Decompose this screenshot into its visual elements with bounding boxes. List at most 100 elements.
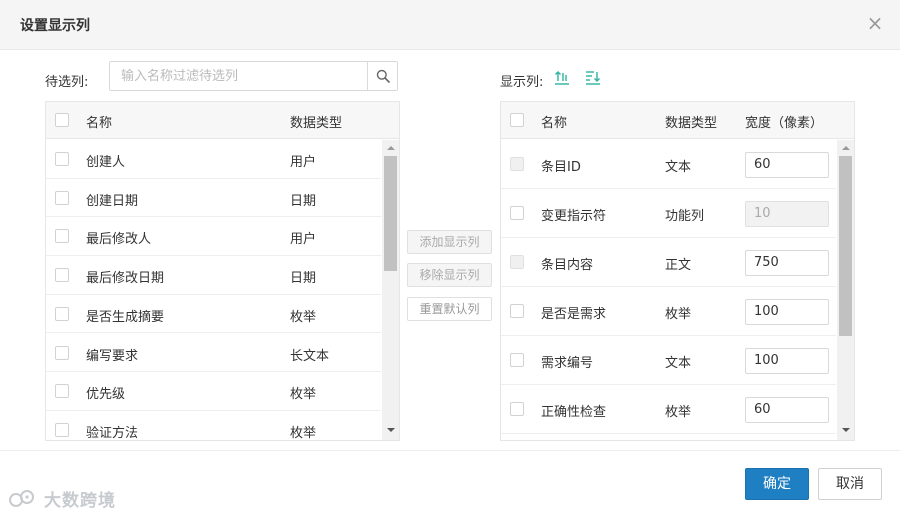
column-name: 是否是需求 xyxy=(541,307,607,322)
search-box xyxy=(109,61,398,91)
row-checkbox xyxy=(510,157,524,171)
row-checkbox[interactable] xyxy=(55,345,69,360)
dialog-title: 设置显示列 xyxy=(20,18,90,34)
scroll-down-icon[interactable] xyxy=(387,428,395,432)
column-name: 最后修改日期 xyxy=(86,271,165,287)
header-type: 数据类型 xyxy=(290,116,343,131)
scroll-thumb[interactable] xyxy=(384,156,397,271)
available-row[interactable]: 是否生成摘要 枚举 xyxy=(46,295,381,334)
column-name: 正确性检查 xyxy=(541,405,607,420)
search-button[interactable] xyxy=(367,62,397,90)
row-checkbox[interactable] xyxy=(55,422,69,437)
display-row[interactable]: 需求编号 文本 100 xyxy=(501,336,836,385)
column-name: 编写要求 xyxy=(86,348,139,364)
available-row[interactable]: 验证方法 枚举 xyxy=(46,411,381,441)
column-type: 枚举 xyxy=(290,309,317,325)
column-type: 枚举 xyxy=(290,387,317,403)
add-column-button[interactable]: 添加显示列 xyxy=(407,230,492,254)
available-table-header: 名称 数据类型 xyxy=(46,102,399,139)
search-icon xyxy=(376,69,390,83)
column-type: 文本 xyxy=(665,356,692,371)
select-all-display-checkbox[interactable] xyxy=(510,113,524,127)
available-row[interactable]: 创建日期 日期 xyxy=(46,179,381,218)
row-checkbox xyxy=(510,255,524,269)
watermark-text: 大数跨境 xyxy=(44,491,116,511)
column-type: 日期 xyxy=(290,193,317,209)
filter-input[interactable] xyxy=(110,62,366,90)
row-checkbox[interactable] xyxy=(55,306,69,321)
scroll-thumb[interactable] xyxy=(839,156,852,336)
column-type: 枚举 xyxy=(665,405,692,420)
display-scrollbar[interactable] xyxy=(837,140,854,440)
header-name: 名称 xyxy=(541,116,568,131)
column-name: 创建人 xyxy=(86,155,126,170)
sort-descending-icon[interactable] xyxy=(584,69,602,87)
column-name: 是否生成摘要 xyxy=(86,309,165,325)
available-row[interactable]: 优先级 枚举 xyxy=(46,372,381,411)
column-width-input[interactable]: 100 xyxy=(745,299,829,325)
row-checkbox[interactable] xyxy=(510,402,524,416)
cancel-button[interactable]: 取消 xyxy=(818,468,882,500)
watermark-logo-icon xyxy=(9,489,34,507)
column-type: 长文本 xyxy=(290,348,330,364)
row-checkbox[interactable] xyxy=(55,384,69,399)
close-icon[interactable]: × xyxy=(864,12,886,34)
column-name: 条目ID xyxy=(541,160,581,175)
available-row[interactable]: 创建人 用户 xyxy=(46,140,381,179)
available-row[interactable]: 最后修改日期 日期 xyxy=(46,256,381,295)
display-columns-label: 显示列: xyxy=(500,75,544,90)
row-checkbox[interactable] xyxy=(55,152,69,166)
column-name: 条目内容 xyxy=(541,258,594,273)
scroll-down-icon[interactable] xyxy=(842,428,850,432)
dialog-header: 设置显示列 × xyxy=(0,0,900,50)
column-name: 创建日期 xyxy=(86,193,139,209)
row-checkbox[interactable] xyxy=(510,353,524,367)
header-type: 数据类型 xyxy=(665,116,718,131)
display-row[interactable]: 变更指示符 功能列 10 xyxy=(501,189,836,238)
column-width-input[interactable]: 60 xyxy=(745,152,829,178)
column-name: 验证方法 xyxy=(86,425,139,441)
reset-default-button[interactable]: 重置默认列 xyxy=(407,297,492,321)
sort-ascending-icon[interactable] xyxy=(553,69,571,87)
remove-column-button[interactable]: 移除显示列 xyxy=(407,263,492,287)
column-type: 枚举 xyxy=(665,307,692,322)
row-checkbox[interactable] xyxy=(55,229,69,244)
display-row[interactable]: 正确性检查 枚举 60 xyxy=(501,385,836,434)
available-columns-table: 名称 数据类型 创建人 用户 创建日期 日期 最后修改人 用户 最后修改日期 日期 是否生成摘要… xyxy=(45,101,400,441)
column-width-input: 10 xyxy=(745,201,829,227)
display-row[interactable]: 条目ID 文本 60 xyxy=(501,140,836,189)
header-width: 宽度（像素） xyxy=(745,116,824,131)
row-checkbox[interactable] xyxy=(510,206,524,220)
column-type: 用户 xyxy=(290,155,317,170)
available-scrollbar[interactable] xyxy=(382,140,399,440)
row-checkbox[interactable] xyxy=(510,304,524,318)
select-all-available-checkbox[interactable] xyxy=(55,113,69,127)
display-columns-table: 名称 数据类型 宽度（像素） 条目ID 文本 60 变更指示符 功能列 10 条目内容 正文 7… xyxy=(500,101,855,441)
header-name: 名称 xyxy=(86,116,113,131)
available-row[interactable]: 最后修改人 用户 xyxy=(46,217,381,257)
column-name: 需求编号 xyxy=(541,356,594,371)
watermark: 大数跨境 xyxy=(8,486,116,511)
confirm-button[interactable]: 确定 xyxy=(745,468,809,500)
column-type: 枚举 xyxy=(290,425,317,441)
column-name: 变更指示符 xyxy=(541,209,607,224)
column-type: 功能列 xyxy=(665,209,705,224)
display-table-header: 名称 数据类型 宽度（像素） xyxy=(501,102,854,139)
column-name: 最后修改人 xyxy=(86,232,152,248)
column-type: 日期 xyxy=(290,271,317,287)
column-width-input[interactable]: 750 xyxy=(745,250,829,276)
set-columns-dialog: 设置显示列 × 待选列: 名称 数据类型 创建人用户创建日期日期最后修改人用户最… xyxy=(0,0,900,516)
scroll-up-icon[interactable] xyxy=(842,146,850,150)
display-row[interactable]: 是否是需求 枚举 100 xyxy=(501,287,836,336)
column-type: 文本 xyxy=(665,160,692,175)
column-name: 优先级 xyxy=(86,387,126,403)
column-width-input[interactable]: 100 xyxy=(745,348,829,374)
column-type: 用户 xyxy=(290,232,317,248)
row-checkbox[interactable] xyxy=(55,190,69,205)
available-row[interactable]: 编写要求 长文本 xyxy=(46,334,381,373)
display-row[interactable]: 条目内容 正文 750 xyxy=(501,238,836,287)
footer-divider xyxy=(0,450,900,451)
row-checkbox[interactable] xyxy=(55,268,69,283)
column-width-input[interactable]: 60 xyxy=(745,397,829,423)
scroll-up-icon[interactable] xyxy=(387,146,395,150)
